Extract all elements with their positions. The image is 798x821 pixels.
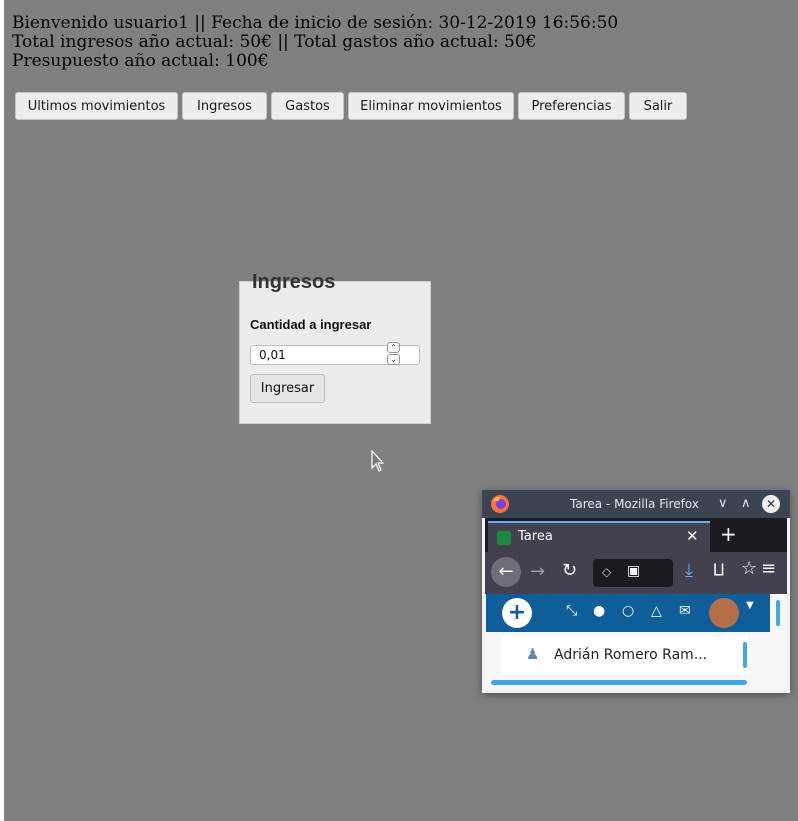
firefox-navbar: ← → ↻ ◇ ▣ ⤓ ⨿ ☆ ≡ xyxy=(485,552,787,594)
welcome-session-text: Bienvenido usuario1 || Fecha de inicio d… xyxy=(12,13,619,33)
firefox-window: Tarea - Mozilla Firefox ∨ ∧ ✕ Tarea ✕ + … xyxy=(482,490,790,693)
hamburger-menu-icon[interactable]: ≡ xyxy=(761,558,776,579)
tab-label: Tarea xyxy=(518,529,553,544)
quantity-label: Cantidad a ingresar xyxy=(250,317,372,332)
firefox-titlebar[interactable]: Tarea - Mozilla Firefox ∨ ∧ ✕ xyxy=(482,490,790,518)
collapse-icon[interactable]: ⤡ xyxy=(566,603,577,619)
gastos-button[interactable]: Gastos xyxy=(271,92,344,120)
page-background: Bienvenido usuario1 || Fecha de inicio d… xyxy=(4,0,798,821)
add-icon[interactable]: + xyxy=(502,598,532,628)
spinner-up-icon[interactable]: ⌃ xyxy=(387,342,400,353)
url-bar[interactable]: ◇ ▣ xyxy=(593,559,673,587)
new-tab-icon[interactable]: + xyxy=(720,522,737,546)
scrollbar-thumb[interactable] xyxy=(776,600,780,626)
year-budget-text: Presupuesto año actual: 100€ xyxy=(12,51,269,71)
ultimos-movimientos-button[interactable]: Ultimos movimientos xyxy=(15,92,178,120)
year-totals-text: Total ingresos año actual: 50€ || Total … xyxy=(12,32,537,52)
forward-icon[interactable]: → xyxy=(530,561,545,582)
user-name: Adrián Romero Ram... xyxy=(554,647,708,663)
close-window-icon[interactable]: ✕ xyxy=(762,495,780,513)
lock-icon[interactable]: ▣ xyxy=(627,563,640,579)
eliminar-movimientos-button[interactable]: Eliminar movimientos xyxy=(348,92,514,120)
minimize-icon[interactable]: ∨ xyxy=(718,496,728,511)
ingresos-button[interactable]: Ingresos xyxy=(182,92,267,120)
maximize-icon[interactable]: ∧ xyxy=(741,496,751,511)
chat-icon[interactable]: ○ xyxy=(622,603,634,619)
user-icon: ♟ xyxy=(526,645,540,663)
bookmark-star-icon[interactable]: ☆ xyxy=(741,558,757,579)
tracking-shield-icon[interactable]: ◇ xyxy=(602,565,611,579)
mouse-cursor-icon xyxy=(371,450,385,472)
preferencias-button[interactable]: Preferencias xyxy=(518,92,625,120)
menu-scrollbar-thumb[interactable] xyxy=(743,642,747,668)
ingresos-form-panel: Ingresos Cantidad a ingresar 0,01 ⌃ ⌄ In… xyxy=(239,271,431,424)
active-tab-indicator xyxy=(488,521,710,523)
tab-close-icon[interactable]: ✕ xyxy=(686,527,699,545)
firefox-window-title: Tarea - Mozilla Firefox xyxy=(570,497,699,511)
firefox-logo-icon xyxy=(491,495,509,513)
bell-icon[interactable]: △ xyxy=(651,603,662,619)
salir-button[interactable]: Salir xyxy=(629,92,687,120)
pocket-icon[interactable]: ⨿ xyxy=(713,560,725,580)
ingresar-button[interactable]: Ingresar xyxy=(250,374,325,403)
download-icon[interactable]: ⤓ xyxy=(685,560,693,581)
back-icon[interactable]: ← xyxy=(491,557,521,587)
tab-tarea[interactable]: Tarea ✕ xyxy=(488,521,710,552)
firefox-tabbar: Tarea ✕ + xyxy=(485,518,787,552)
spinner-down-icon[interactable]: ⌄ xyxy=(387,354,400,365)
avatar[interactable] xyxy=(709,598,739,628)
form-title: Ingresos xyxy=(252,271,336,293)
mail-icon[interactable]: ✉ xyxy=(679,603,691,619)
reload-icon[interactable]: ↻ xyxy=(562,560,577,581)
chevron-down-icon[interactable]: ▼ xyxy=(746,600,754,611)
horizontal-scrollbar-thumb[interactable] xyxy=(491,680,747,685)
globe-icon[interactable]: ● xyxy=(593,603,605,619)
firefox-page-content: + ⤡ ● ○ △ ✉ ▼ ♟ Adrián Romero Ram... xyxy=(486,594,786,689)
user-menu-item[interactable]: ♟ Adrián Romero Ram... xyxy=(502,636,748,674)
tab-favicon-icon xyxy=(497,531,511,545)
site-header-bar: + ⤡ ● ○ △ ✉ ▼ xyxy=(486,594,770,632)
